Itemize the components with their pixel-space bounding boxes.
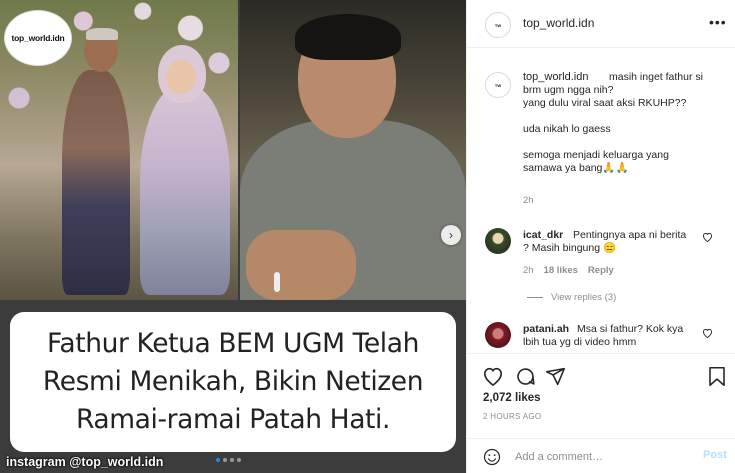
carousel-dot [230, 458, 234, 462]
share-send-icon[interactable] [543, 364, 567, 388]
caption-line: masih inget fathur si [609, 71, 703, 83]
bride-figure [140, 85, 230, 295]
view-replies-button[interactable]: View replies (3) [527, 292, 616, 303]
post-comment-button[interactable]: Post [703, 449, 727, 461]
comment-timestamp[interactable]: 2h [523, 265, 534, 276]
comment-input[interactable] [515, 447, 685, 467]
post-header: TW top_world.idn ••• [467, 0, 735, 48]
headline-line: Fathur Ketua BEM UGM Telah [47, 328, 419, 359]
portrait-photo [240, 0, 466, 300]
caption-line: samawa ya bang🙏🙏 [523, 162, 629, 174]
portrait-bracelet [274, 272, 280, 292]
comments-list[interactable]: TW top_world.idn masih inget fathur si b… [467, 48, 735, 353]
reply-button[interactable]: Reply [588, 265, 614, 276]
likes-count[interactable]: 2,072 likes [483, 392, 541, 404]
caption-timestamp[interactable]: 2h [523, 195, 534, 206]
view-replies-label: View replies (3) [551, 292, 617, 303]
carousel-next-button[interactable]: › [441, 225, 461, 245]
chevron-right-icon: › [449, 228, 453, 242]
header-username[interactable]: top_world.idn [523, 16, 594, 30]
carousel-dot [237, 458, 241, 462]
brand-logo-text: top_world.idn [11, 33, 65, 43]
post-sidebar: TW top_world.idn ••• TW top_world.idn ma… [466, 0, 735, 473]
avatar-logo: TW [494, 22, 502, 28]
avatar-logo: TW [494, 82, 502, 88]
caption-line: semoga menjadi keluarga yang [523, 149, 669, 161]
carousel-indicator [216, 458, 241, 462]
avatar[interactable]: TW [485, 72, 511, 98]
post-media[interactable]: top_world.idn › Fathur Ketua BEM UGM Tel… [0, 0, 466, 473]
portrait-arm [246, 230, 356, 300]
groom-headdress [86, 28, 118, 40]
carousel-dot [216, 458, 220, 462]
headline-line: Ramai-ramai Patah Hati. [75, 404, 391, 435]
heart-icon[interactable] [702, 232, 713, 245]
comment-likes[interactable]: 18 likes [544, 265, 578, 276]
wedding-photo: top_world.idn [0, 0, 238, 300]
headline-line: Resmi Menikah, Bikin Netizen [42, 366, 424, 397]
caption-line: yang dulu viral saat aksi RKUHP?? [523, 97, 687, 109]
divider [527, 297, 543, 298]
comment-line: Msa si fathur? Kok kya [577, 323, 684, 335]
headline-card: Fathur Ketua BEM UGM Telah Resmi Menikah… [10, 312, 456, 452]
add-comment-bar: Post [467, 438, 735, 473]
heart-icon[interactable] [702, 328, 713, 341]
groom-figure [62, 70, 130, 295]
comment-line: Pentingnya apa ni berita [573, 229, 687, 241]
avatar[interactable] [485, 322, 511, 348]
comment-username[interactable]: patani.ah [523, 323, 569, 335]
like-heart-icon[interactable] [481, 364, 505, 388]
caption-username[interactable]: top_world.idn [523, 71, 588, 83]
carousel-dot [223, 458, 227, 462]
post-timestamp[interactable]: 2 HOURS AGO [483, 412, 541, 421]
post-actions: 2,072 likes 2 HOURS AGO Post [467, 353, 735, 473]
caption-line: brm ugm ngga nih? [523, 84, 614, 96]
watermark-text: instagram @top_world.idn [6, 455, 164, 469]
more-horizontal-icon[interactable]: ••• [709, 14, 727, 30]
avatar[interactable] [485, 228, 511, 254]
portrait-hair [295, 14, 401, 60]
bride-face [166, 60, 196, 94]
comment-username[interactable]: icat_dkr [523, 229, 563, 241]
comment-meta: 2h 18 likes Reply [523, 265, 614, 276]
avatar[interactable]: TW [485, 12, 511, 38]
comment-bubble-icon[interactable] [513, 364, 537, 388]
brand-logo: top_world.idn [4, 10, 72, 66]
comment-line: lbih tua yg di video hmm [523, 336, 637, 348]
caption-line: uda nikah lo gaess [523, 123, 611, 135]
emoji-smile-icon[interactable] [483, 448, 501, 466]
comment-line: ? Masih bingung 😑 [523, 242, 617, 254]
bookmark-icon[interactable] [705, 364, 729, 388]
